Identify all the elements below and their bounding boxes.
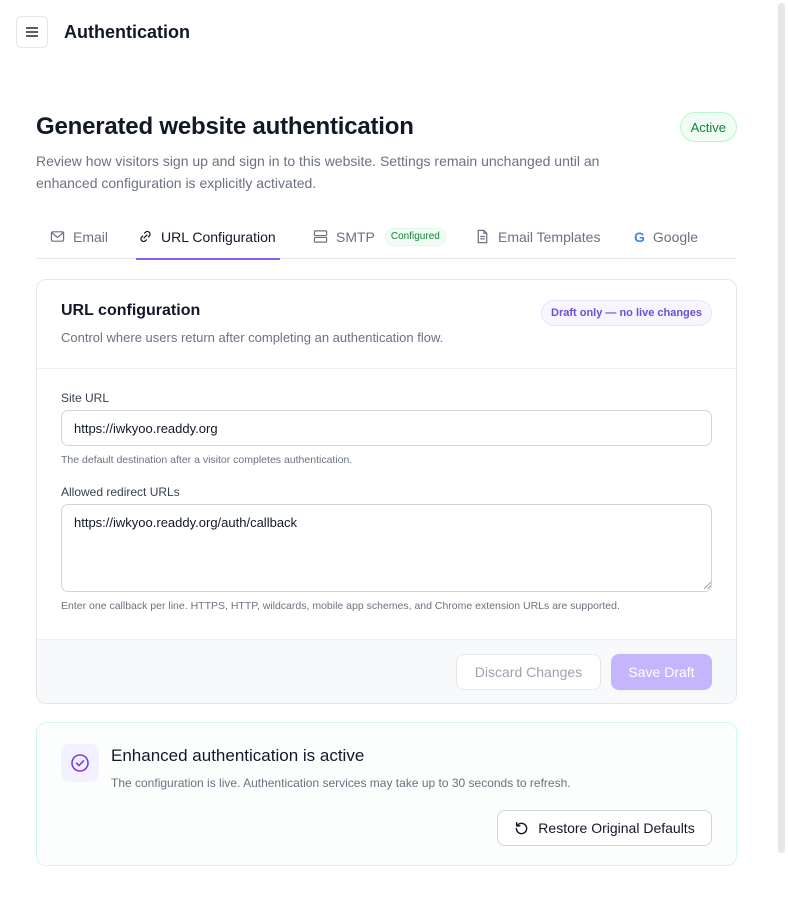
tab-email-label: Email — [73, 228, 109, 245]
tab-smtp-label: SMTP — [336, 228, 375, 245]
tab-email-templates[interactable]: Email Templates — [475, 214, 600, 259]
google-icon: G — [634, 228, 645, 245]
redirect-urls-textarea[interactable]: https://iwkyoo.readdy.org/auth/callback — [61, 504, 712, 592]
restore-defaults-button[interactable]: Restore Original Defaults — [497, 810, 712, 846]
restore-defaults-label: Restore Original Defaults — [538, 820, 695, 836]
card-header: URL configuration Control where users re… — [37, 280, 736, 369]
status-badge: Active — [679, 112, 737, 142]
configured-badge: Configured — [384, 227, 446, 246]
hamburger-icon — [26, 27, 38, 37]
url-configuration-card: URL configuration Control where users re… — [36, 279, 737, 704]
site-url-input[interactable] — [61, 410, 712, 446]
card-subtitle: Control where users return after complet… — [61, 330, 444, 345]
tab-url-configuration-label: URL Configuration — [161, 228, 276, 245]
tab-google-label: Google — [652, 228, 699, 245]
discard-changes-button[interactable]: Discard Changes — [456, 654, 601, 690]
page-title: Generated website authentication — [36, 113, 414, 140]
site-url-help: The default destination after a visitor … — [61, 454, 353, 466]
top-bar: Authentication — [16, 16, 190, 48]
server-icon — [313, 230, 328, 243]
mail-icon — [50, 231, 65, 242]
tab-email[interactable]: Email — [50, 214, 108, 259]
site-url-label: Site URL — [61, 391, 110, 405]
scrollbar-thumb[interactable] — [778, 3, 785, 853]
tab-smtp[interactable]: SMTP Configured — [313, 214, 446, 259]
tab-google[interactable]: G Google — [634, 214, 698, 259]
page-description: Review how visitors sign up and sign in … — [36, 153, 600, 191]
card-footer: Discard Changes Save Draft — [37, 639, 736, 703]
menu-button[interactable] — [16, 16, 48, 48]
notice-icon-wrap — [61, 744, 99, 782]
draft-badge: Draft only — no live changes — [541, 300, 712, 326]
resize-grip-icon[interactable] — [703, 581, 711, 589]
check-circle-icon — [71, 754, 89, 772]
notice-title: Enhanced authentication is active — [111, 746, 365, 765]
card-title: URL configuration — [61, 302, 201, 319]
app-title: Authentication — [64, 21, 190, 42]
tab-url-configuration[interactable]: URL Configuration — [136, 214, 280, 260]
rotate-ccw-icon — [515, 821, 528, 834]
redirect-urls-label: Allowed redirect URLs — [61, 485, 180, 499]
tab-email-templates-label: Email Templates — [498, 228, 601, 245]
document-icon — [477, 229, 488, 244]
page-header: Generated website authentication Active … — [36, 110, 737, 194]
scrollbar-track[interactable] — [776, 0, 788, 908]
notice-description: The configuration is live. Authenticatio… — [111, 776, 571, 790]
save-draft-button[interactable]: Save Draft — [611, 654, 712, 690]
active-notice: Enhanced authentication is active The co… — [36, 722, 737, 866]
redirect-urls-help: Enter one callback per line. HTTPS, HTTP… — [61, 600, 620, 612]
link-icon — [140, 230, 151, 243]
tab-bar: Email URL Configuration SMTP Configured … — [36, 214, 737, 260]
